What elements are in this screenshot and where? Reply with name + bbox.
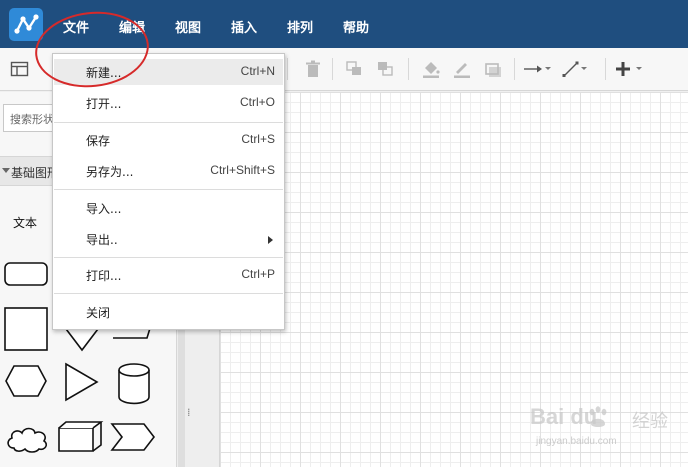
shape-step[interactable] [110,422,158,452]
watermark-url: jingyan.baidu.com [536,436,617,447]
shape-cube[interactable] [57,420,105,454]
menu-insert[interactable]: 插入 [231,20,257,38]
menu-item-label: 关闭 [86,306,111,320]
menu-item-label: 另存为... [86,165,134,179]
paw-icon [589,406,607,427]
menu-help[interactable]: 帮助 [343,20,369,38]
line-color-icon[interactable] [452,60,472,78]
toolbar-separator [514,58,515,80]
menu-separator [54,293,283,294]
menu-item-export[interactable]: 导出.. [54,226,283,252]
menu-item-shortcut: Ctrl+Shift+S [210,163,275,177]
panel-toggle-icon[interactable] [10,60,30,78]
to-front-icon[interactable] [345,60,365,78]
menu-item-shortcut: Ctrl+S [241,132,275,146]
menu-item-open[interactable]: 打开... Ctrl+O [54,90,283,116]
menu-item-shortcut: Ctrl+P [241,267,275,281]
collapse-triangle-icon [2,168,10,173]
diagram-logo-icon[interactable] [9,8,43,41]
menu-separator [54,257,283,258]
toolbar-separator [408,58,409,80]
menu-separator [54,189,283,190]
menu-item-label: 导入... [86,202,122,216]
menu-item-label: 打印... [86,269,122,283]
connection-arrow-icon[interactable] [523,60,553,78]
submenu-arrow-icon [268,236,273,244]
shape-cylinder[interactable] [116,362,152,406]
menu-item-save[interactable]: 保存 Ctrl+S [54,127,283,153]
waypoint-icon[interactable] [562,60,592,78]
delete-icon[interactable] [303,60,323,78]
shape-text[interactable]: 文本 [13,214,37,231]
menu-item-import[interactable]: 导入... [54,195,283,221]
menu-item-label: 打开... [86,97,122,111]
insert-plus-icon[interactable] [615,60,647,78]
shape-hexagon[interactable] [4,364,48,398]
menu-item-label: 保存 [86,134,111,148]
toolbar-separator [287,58,288,80]
shape-triangle[interactable] [64,362,100,402]
splitter-grip-icon[interactable]: ⁞ [187,406,191,419]
toolbar-separator [332,58,333,80]
menu-item-shortcut: Ctrl+N [240,64,275,78]
shape-square[interactable] [4,307,50,353]
watermark-brand: 经验 [632,411,668,432]
to-back-icon[interactable] [376,60,396,78]
menu-item-save-as[interactable]: 另存为... Ctrl+Shift+S [54,158,283,184]
menu-separator [54,122,283,123]
menu-item-label: 导出.. [86,233,118,247]
shadow-icon[interactable] [483,60,503,78]
menu-view[interactable]: 视图 [175,20,201,38]
shape-rounded-rectangle[interactable] [4,262,48,288]
menu-item-shortcut: Ctrl+O [239,95,275,109]
file-menu-dropdown: 新建... Ctrl+N 打开... Ctrl+O 保存 Ctrl+S 另存为.… [52,53,285,330]
baidu-watermark: Bai du 经验 jingyan.baidu.com [528,404,678,460]
shape-cloud[interactable] [4,424,50,454]
menu-arrange[interactable]: 排列 [287,20,313,38]
menu-item-print[interactable]: 打印... Ctrl+P [54,262,283,288]
fill-color-icon[interactable] [421,60,441,78]
toolbar-separator [605,58,606,80]
menu-item-close[interactable]: 关闭 [54,299,283,325]
